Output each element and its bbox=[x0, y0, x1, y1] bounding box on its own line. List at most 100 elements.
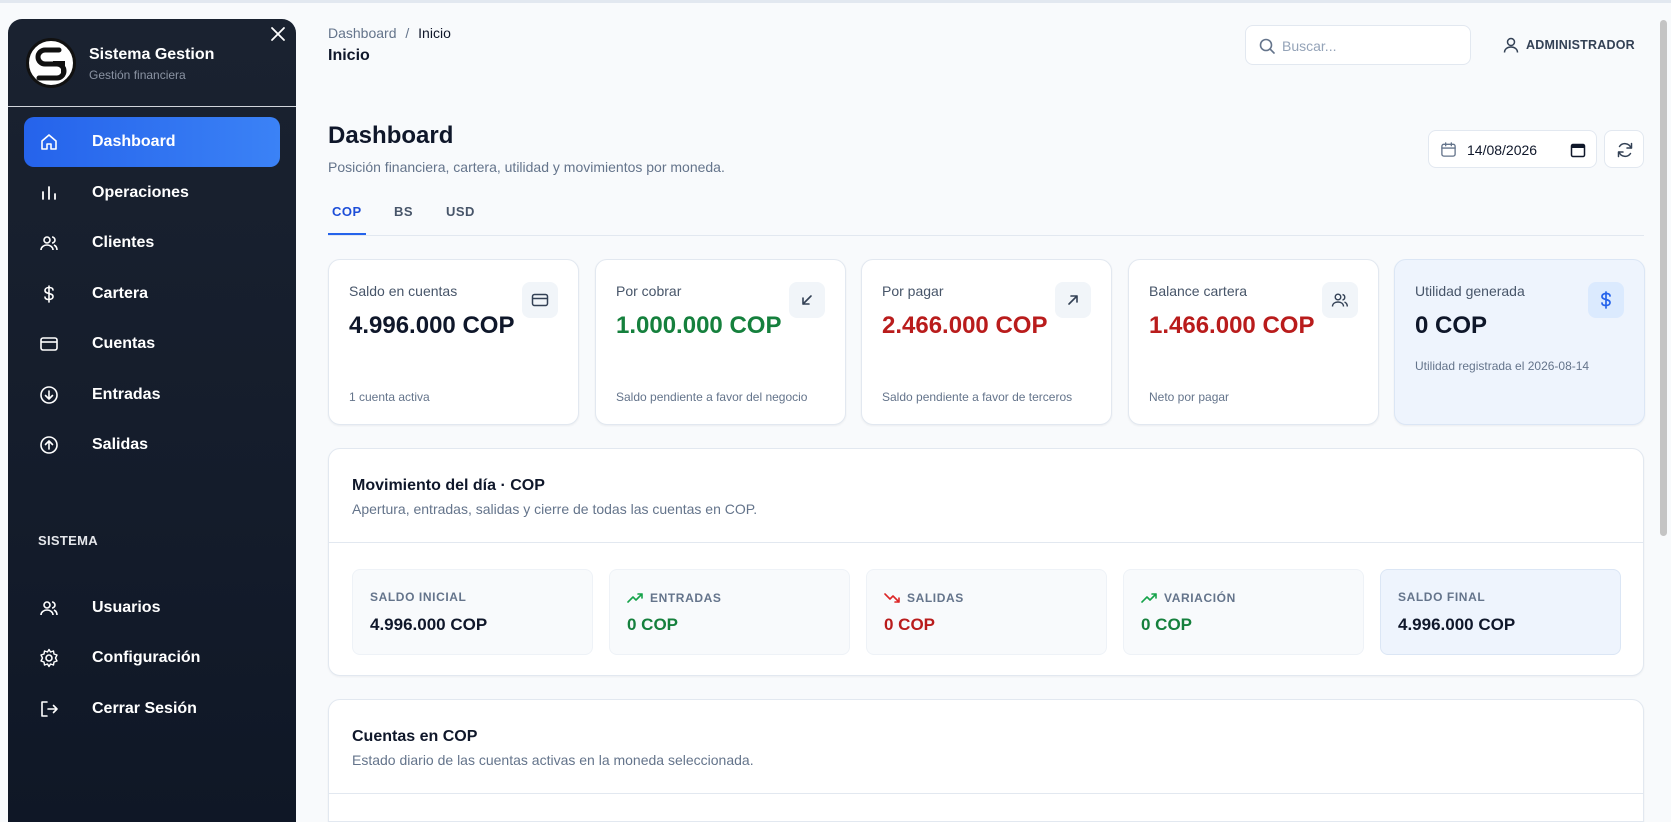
card-note: 1 cuenta activa bbox=[349, 390, 430, 404]
brand-logo bbox=[26, 38, 76, 88]
trending-down-icon bbox=[884, 593, 900, 603]
users-icon bbox=[40, 236, 58, 251]
panel-title: Cuentas en COP bbox=[352, 728, 478, 745]
card-icon-badge bbox=[1322, 282, 1358, 318]
sidebar-item-label: Operaciones bbox=[92, 184, 189, 201]
gear-icon bbox=[40, 648, 58, 668]
card-title: Por cobrar bbox=[616, 283, 682, 299]
sidebar-item-label: Dashboard bbox=[92, 133, 176, 150]
card-value: 1.000.000 COP bbox=[616, 312, 782, 339]
dollar-icon bbox=[44, 285, 54, 303]
users-icon bbox=[1331, 293, 1348, 307]
sidebar-item-label: Cuentas bbox=[92, 335, 156, 352]
card-note: Saldo pendiente a favor de terceros bbox=[882, 390, 1073, 404]
date-picker[interactable]: 14/08/2026 bbox=[1428, 130, 1597, 168]
stat-card-por-cobrar: Por cobrar 1.000.000 COP Saldo pendiente… bbox=[595, 259, 846, 425]
logout-icon bbox=[41, 701, 58, 717]
movement-label: VARIACIÓN bbox=[1141, 590, 1236, 606]
sidebar-item-dashboard[interactable]: Dashboard bbox=[24, 117, 280, 167]
bar-chart-icon bbox=[42, 186, 56, 200]
card-title: Utilidad generada bbox=[1415, 283, 1525, 299]
arrow-down-circle-icon bbox=[40, 386, 58, 404]
movement-value: 0 COP bbox=[1141, 615, 1193, 634]
user-menu[interactable]: ADMINISTRADOR bbox=[1502, 35, 1635, 55]
breadcrumb-root-link[interactable]: Dashboard bbox=[328, 25, 397, 41]
movement-label-text: VARIACIÓN bbox=[1164, 591, 1236, 605]
movement-label: SALIDAS bbox=[884, 590, 964, 606]
breadcrumb-current: Inicio bbox=[418, 25, 451, 41]
active-tab-indicator bbox=[328, 233, 366, 235]
sidebar-item-label: Cerrar Sesión bbox=[92, 700, 197, 717]
card-value: 1.466.000 COP bbox=[1149, 312, 1315, 339]
arrow-up-circle-icon bbox=[40, 436, 58, 454]
home-icon bbox=[41, 134, 57, 150]
refresh-icon bbox=[1617, 142, 1633, 158]
sidebar: Sistema Gestion Gestión financiera Dashb… bbox=[8, 19, 296, 822]
credit-card-icon bbox=[531, 293, 549, 307]
card-title: Por pagar bbox=[882, 283, 944, 299]
sidebar-item-label: Entradas bbox=[92, 386, 161, 403]
sidebar-item-label: Salidas bbox=[92, 436, 149, 453]
sidebar-item-cartera[interactable]: Cartera bbox=[24, 269, 280, 319]
sidebar-item-entradas[interactable]: Entradas bbox=[24, 370, 280, 420]
trending-up-icon bbox=[627, 593, 643, 603]
card-icon-badge bbox=[1055, 282, 1091, 318]
currency-tabs: COP BS USD bbox=[328, 196, 1644, 236]
sidebar-item-label: Clientes bbox=[92, 234, 155, 251]
card-value: 0 COP bbox=[1415, 312, 1488, 339]
sidebar-item-operaciones[interactable]: Operaciones bbox=[24, 168, 280, 218]
logo-icon bbox=[35, 47, 67, 81]
sidebar-item-salidas[interactable]: Salidas bbox=[24, 420, 280, 470]
card-note: Saldo pendiente a favor del negocio bbox=[616, 390, 808, 404]
panel-subtitle: Estado diario de las cuentas activas en … bbox=[352, 752, 754, 768]
sidebar-item-cuentas[interactable]: Cuentas bbox=[24, 319, 280, 369]
search-box[interactable] bbox=[1245, 25, 1471, 65]
tab-usd[interactable]: USD bbox=[446, 204, 475, 219]
card-icon-badge bbox=[789, 282, 825, 318]
movement-value: 4.996.000 COP bbox=[1398, 615, 1516, 634]
sidebar-item-label: Configuración bbox=[92, 649, 201, 666]
panel-title: Movimiento del día · COP bbox=[352, 477, 545, 494]
movement-label: ENTRADAS bbox=[627, 590, 721, 606]
date-value: 14/08/2026 bbox=[1467, 142, 1538, 158]
stat-card-utilidad: Utilidad generada 0 COP Utilidad registr… bbox=[1394, 259, 1645, 425]
search-input[interactable] bbox=[1282, 34, 1462, 58]
arrow-down-left-icon bbox=[802, 295, 812, 305]
card-value: 4.996.000 COP bbox=[349, 312, 515, 339]
user-icon bbox=[1503, 37, 1519, 53]
brand-title: Sistema Gestion bbox=[89, 46, 215, 63]
movement-saldo-final: SALDO FINAL 4.996.000 COP bbox=[1380, 569, 1621, 655]
tab-bs[interactable]: BS bbox=[394, 204, 413, 219]
tab-cop[interactable]: COP bbox=[332, 204, 362, 219]
stat-card-saldo: Saldo en cuentas 4.996.000 COP 1 cuenta … bbox=[328, 259, 579, 425]
page-title: Dashboard bbox=[328, 122, 454, 149]
sidebar-item-configuracion[interactable]: Configuración bbox=[24, 633, 280, 683]
movement-label-text: SALDO FINAL bbox=[1398, 590, 1486, 604]
sidebar-item-usuarios[interactable]: Usuarios bbox=[24, 583, 280, 633]
close-icon[interactable] bbox=[269, 25, 287, 43]
movement-entradas: ENTRADAS 0 COP bbox=[609, 569, 850, 655]
movement-label-text: SALDO INICIAL bbox=[370, 590, 467, 604]
page-subtitle: Posición financiera, cartera, utilidad y… bbox=[328, 159, 725, 175]
sidebar-item-cerrar-sesion[interactable]: Cerrar Sesión bbox=[24, 684, 280, 734]
sidebar-item-label: Cartera bbox=[92, 285, 149, 302]
movement-value: 0 COP bbox=[884, 615, 936, 634]
brand-subtitle: Gestión financiera bbox=[89, 68, 186, 82]
panel-subtitle: Apertura, entradas, salidas y cierre de … bbox=[352, 501, 758, 517]
daily-movement-panel: Movimiento del día · COP Apertura, entra… bbox=[328, 448, 1644, 676]
header-title: Inicio bbox=[328, 47, 370, 64]
dollar-icon bbox=[1601, 291, 1611, 309]
sidebar-item-clientes[interactable]: Clientes bbox=[24, 218, 280, 268]
brand-header: Sistema Gestion Gestión financiera bbox=[8, 19, 296, 107]
card-icon-badge bbox=[522, 282, 558, 318]
calendar-picker-icon[interactable] bbox=[1570, 142, 1586, 158]
movement-value: 0 COP bbox=[627, 615, 679, 634]
movement-label: SALDO INICIAL bbox=[370, 590, 466, 604]
card-note: Neto por pagar bbox=[1149, 390, 1230, 404]
movement-saldo-inicial: SALDO INICIAL 4.996.000 COP bbox=[352, 569, 593, 655]
refresh-button[interactable] bbox=[1604, 130, 1644, 168]
movement-value: 4.996.000 COP bbox=[370, 615, 488, 634]
card-icon-badge bbox=[1588, 282, 1624, 318]
page-scrollbar[interactable] bbox=[1660, 20, 1667, 536]
card-title: Balance cartera bbox=[1149, 283, 1248, 299]
